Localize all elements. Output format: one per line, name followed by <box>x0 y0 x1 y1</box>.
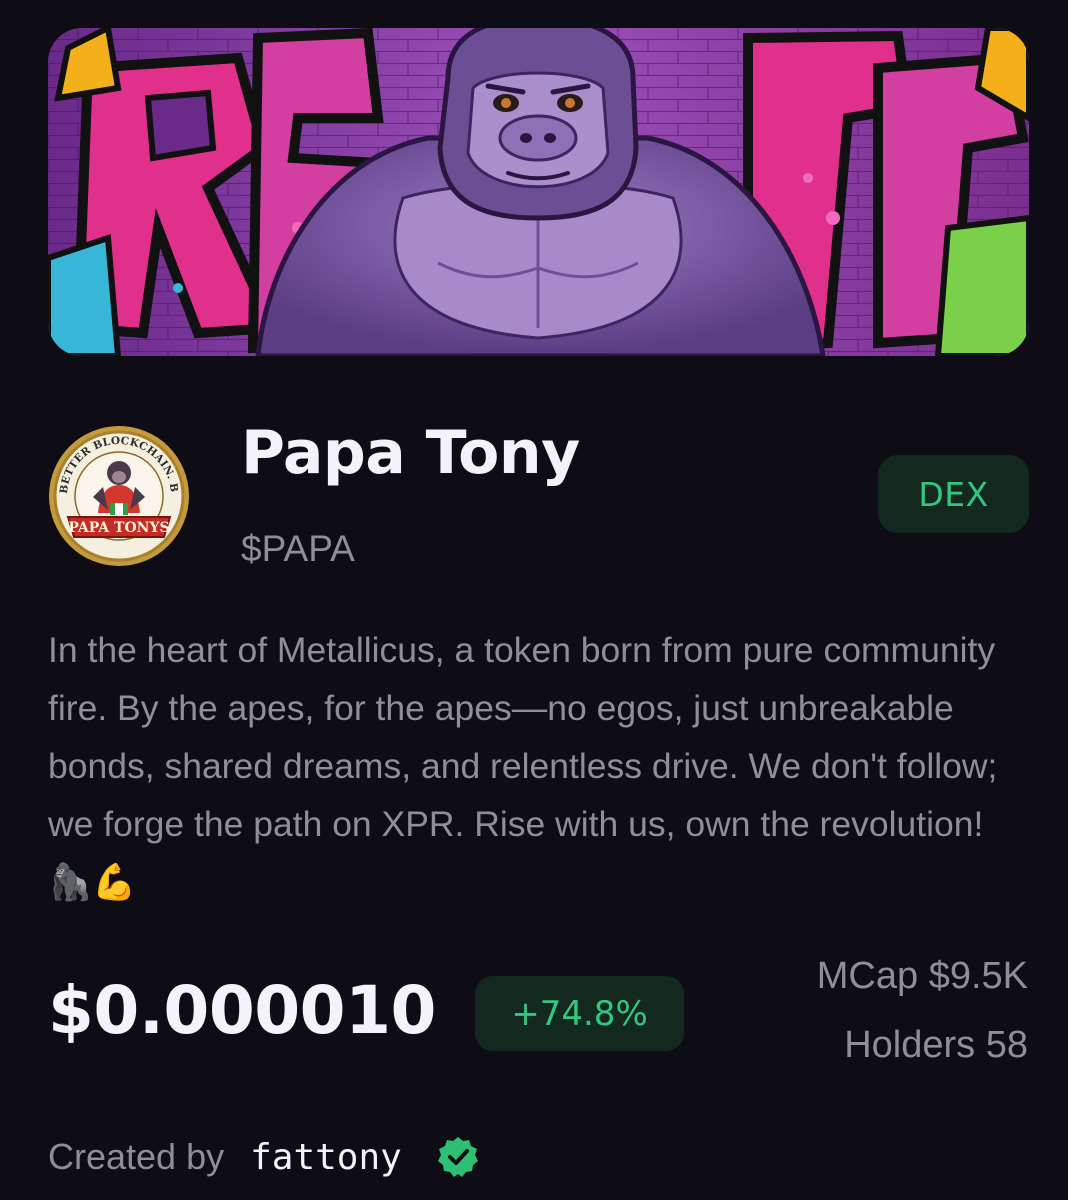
creator-name-link[interactable]: fattony <box>250 1137 402 1178</box>
dex-badge[interactable]: DEX <box>878 455 1029 533</box>
token-logo: BETTER BLOCKCHAIN. BETTER CRYPTO. PAPA T… <box>43 416 190 567</box>
verified-check-icon <box>436 1135 480 1179</box>
gorilla-graffiti-illustration <box>48 28 1029 356</box>
papa-tonys-logo-icon: BETTER BLOCKCHAIN. BETTER CRYPTO. PAPA T… <box>43 416 189 566</box>
price-change-badge: +74.8% <box>475 976 684 1051</box>
token-name: Papa Tony <box>241 418 580 488</box>
token-description: In the heart of Metallicus, a token born… <box>48 630 998 902</box>
market-cap: MCap $9.5K <box>816 955 1028 997</box>
creator-row: Created by fattony <box>48 1132 480 1182</box>
logo-ribbon-text: PAPA TONYS <box>68 520 169 536</box>
token-banner-image <box>48 28 1029 356</box>
token-symbol: $PAPA <box>241 528 355 569</box>
holders-count: Holders 58 <box>844 1024 1028 1066</box>
created-by-label: Created by <box>48 1136 225 1177</box>
token-price: $0.000010 <box>48 972 436 1049</box>
